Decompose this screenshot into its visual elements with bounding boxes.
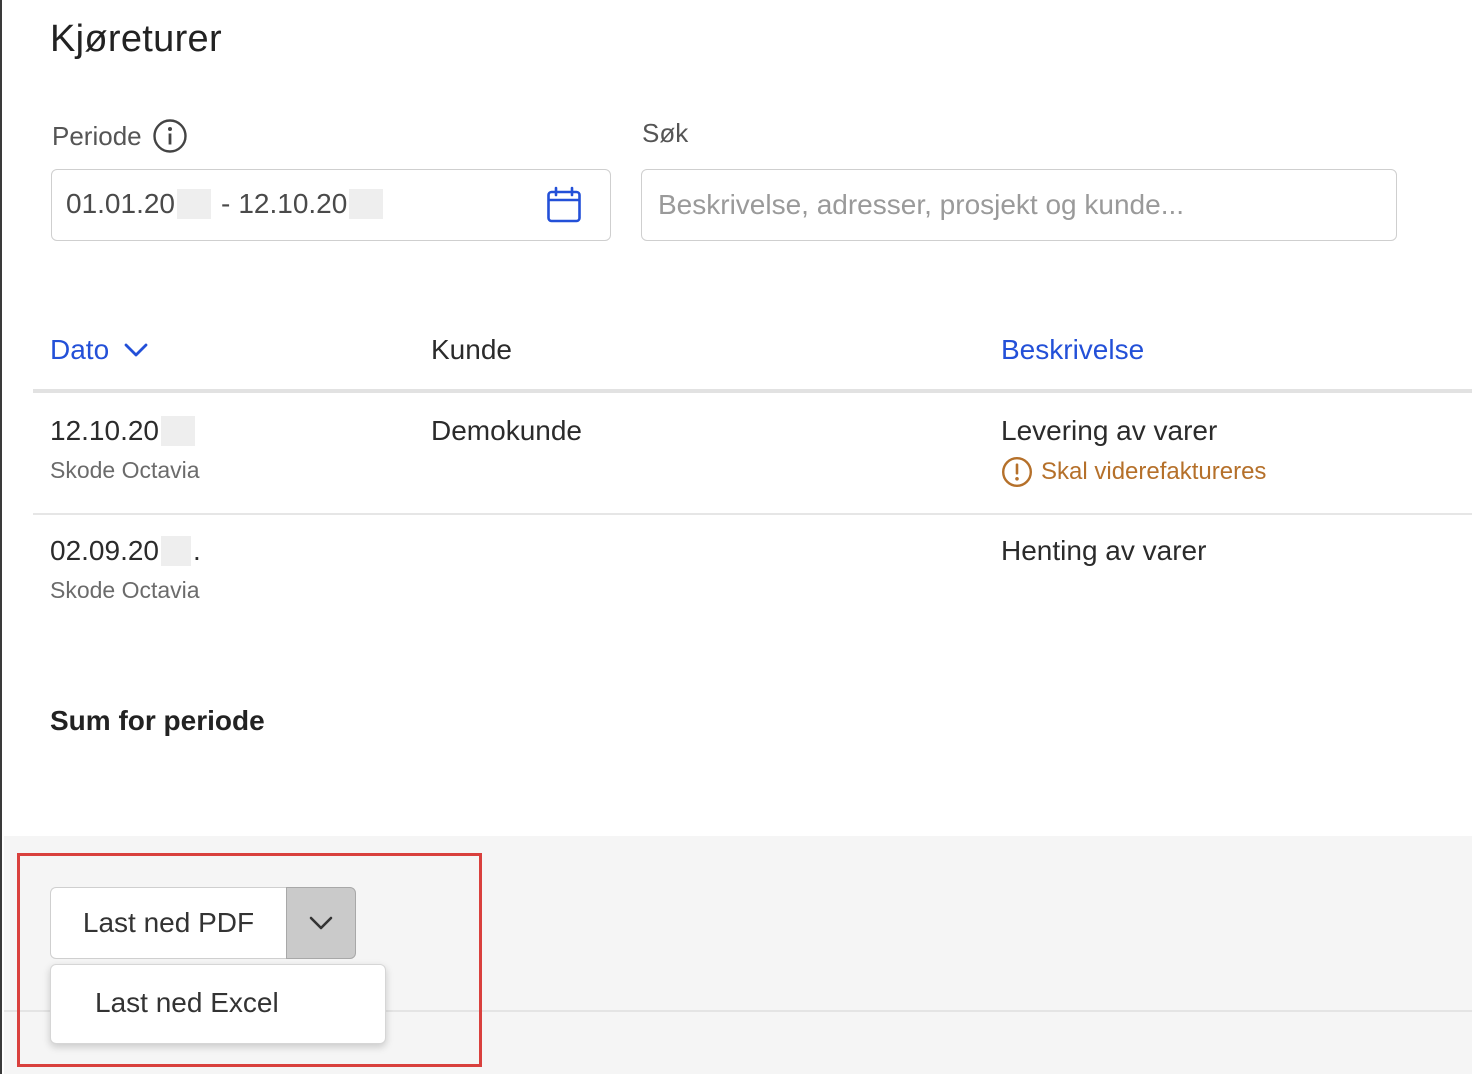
calendar-icon[interactable] bbox=[546, 186, 582, 224]
search-input[interactable] bbox=[642, 170, 1396, 240]
column-header-kunde: Kunde bbox=[431, 334, 512, 365]
warning-circle-icon bbox=[1001, 456, 1033, 488]
row-warning-text: Skal viderefaktureres bbox=[1041, 458, 1267, 485]
date-range-value: 01.01.20 - 12.10.20 bbox=[66, 188, 385, 220]
row-date: 02.09.20 . bbox=[50, 535, 201, 567]
chevron-down-icon bbox=[124, 343, 148, 357]
redacted-mask bbox=[161, 416, 195, 446]
table-header-divider bbox=[33, 389, 1472, 393]
periode-label-text: Periode bbox=[52, 120, 142, 151]
row-description: Henting av varer bbox=[1001, 535, 1207, 566]
date-to: 12.10.20 bbox=[238, 188, 348, 219]
row-vehicle: Skode Octavia bbox=[50, 577, 200, 603]
row-date-text: 12.10.20 bbox=[50, 415, 159, 446]
periode-date-range-field[interactable]: 01.01.20 - 12.10.20 bbox=[51, 169, 611, 241]
info-icon[interactable] bbox=[152, 118, 188, 154]
chevron-down-icon bbox=[309, 916, 333, 930]
download-excel-menu-item[interactable]: Last ned Excel bbox=[51, 965, 385, 1043]
date-separator: - bbox=[221, 188, 231, 219]
row-vehicle: Skode Octavia bbox=[50, 457, 200, 483]
download-options-toggle[interactable] bbox=[286, 887, 356, 959]
row-divider bbox=[33, 513, 1472, 515]
app-frame: Kjøreturer Periode 01.01.20 - 12.10.20 S… bbox=[0, 0, 1472, 1074]
row-date: 12.10.20 bbox=[50, 415, 197, 447]
download-split-button: Last ned PDF bbox=[50, 887, 356, 959]
sum-for-periode-label: Sum for periode bbox=[50, 705, 265, 736]
search-field bbox=[641, 169, 1397, 241]
download-options-menu: Last ned Excel bbox=[50, 964, 386, 1044]
search-label: Søk bbox=[642, 118, 689, 148]
periode-label: Periode bbox=[52, 118, 188, 154]
row-warning: Skal viderefaktureres bbox=[1001, 456, 1266, 488]
redacted-mask bbox=[349, 189, 384, 219]
row-customer: Demokunde bbox=[431, 415, 582, 446]
column-header-dato[interactable]: Dato bbox=[50, 334, 149, 366]
date-from: 01.01.20 bbox=[66, 188, 175, 219]
column-header-beskrivelse[interactable]: Beskrivelse bbox=[1001, 334, 1144, 366]
redacted-mask bbox=[161, 536, 191, 566]
row-description: Levering av varer bbox=[1001, 415, 1218, 446]
row-date-text: 02.09.20 bbox=[50, 535, 159, 566]
column-header-dato-label: Dato bbox=[50, 334, 110, 365]
page-title: Kjøreturer bbox=[50, 18, 222, 60]
download-pdf-button[interactable]: Last ned PDF bbox=[50, 887, 286, 959]
redacted-mask bbox=[177, 189, 211, 219]
row-date-suffix: . bbox=[193, 535, 201, 566]
